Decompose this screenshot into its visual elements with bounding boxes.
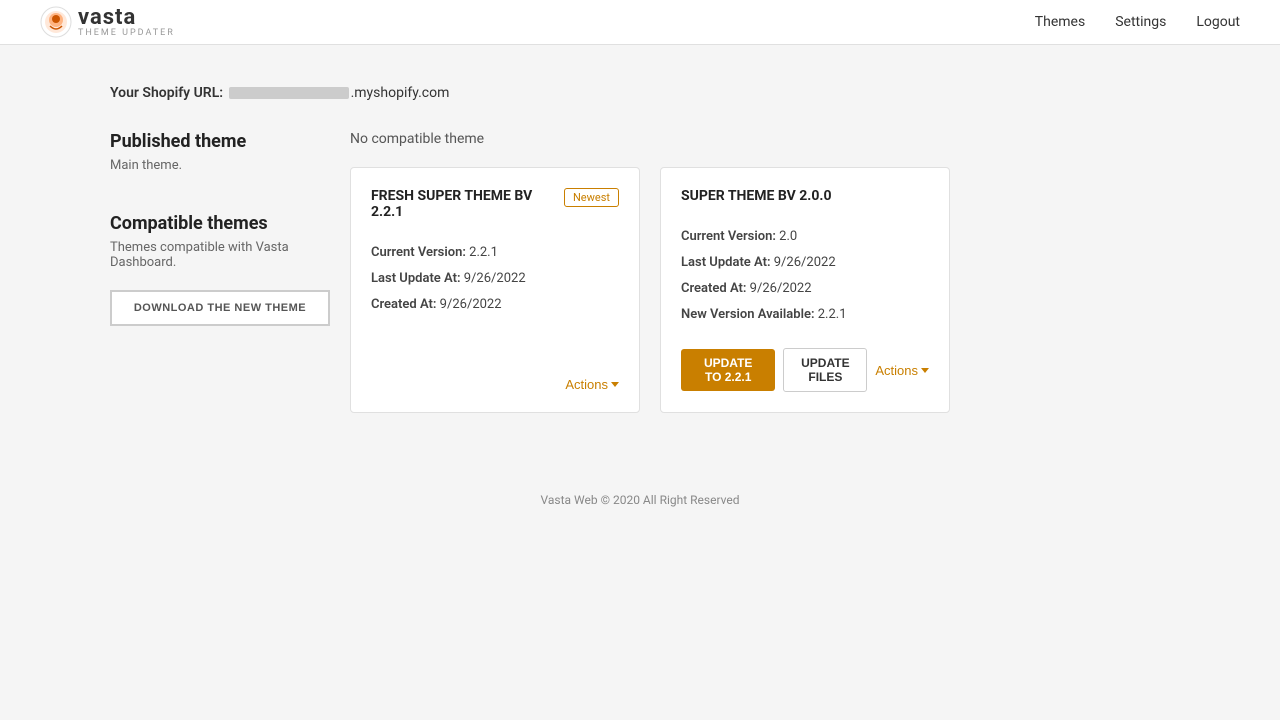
theme-last-update-2: Last Update At: 9/26/2022 (681, 250, 929, 276)
theme-card-2: SUPER THEME BV 2.0.0 Current Version: 2.… (660, 167, 950, 413)
nav-logout[interactable]: Logout (1196, 14, 1240, 30)
actions-label-2: Actions (875, 363, 918, 378)
actions-button-1[interactable]: Actions (565, 377, 619, 392)
theme-card-1: FRESH SUPER THEME BV 2.2.1 Newest Curren… (350, 167, 640, 413)
logo-text: vasta THEME UPDATER (78, 7, 175, 38)
shopify-url-blur (229, 87, 349, 99)
shopify-url-row: Your Shopify URL: .myshopify.com (110, 85, 1170, 101)
logo: vasta THEME UPDATER (40, 6, 175, 38)
theme-last-update-1: Last Update At: 9/26/2022 (371, 266, 619, 292)
theme-card-header-2: SUPER THEME BV 2.0.0 (681, 188, 929, 204)
actions-button-2[interactable]: Actions (875, 363, 929, 378)
vasta-logo-icon (40, 6, 72, 38)
compatible-themes-title: Compatible themes (110, 213, 330, 234)
right-panel: No compatible theme FRESH SUPER THEME BV… (350, 131, 1170, 413)
theme-name-2: SUPER THEME BV 2.0.0 (681, 188, 919, 204)
theme-last-update-label-2: Last Update At: (681, 255, 771, 270)
update-to-version-button[interactable]: UPDATE TO 2.2.1 (681, 349, 775, 391)
theme-name-1: FRESH SUPER THEME BV 2.2.1 (371, 188, 554, 220)
update-files-button[interactable]: UPDATE FILES (783, 348, 867, 392)
theme-current-version-label-2: Current Version: (681, 229, 776, 244)
main-content: Your Shopify URL: .myshopify.com Publish… (90, 45, 1190, 453)
theme-card-header-1: FRESH SUPER THEME BV 2.2.1 Newest (371, 188, 619, 220)
theme-current-version-label-1: Current Version: (371, 245, 466, 260)
shopify-url-domain: .myshopify.com (351, 85, 450, 101)
theme-new-version-2: New Version Available: 2.2.1 (681, 302, 929, 328)
theme-created-label-1: Created At: (371, 297, 436, 312)
no-compatible-theme-text: No compatible theme (350, 131, 1170, 147)
chevron-down-icon-1 (611, 382, 619, 387)
theme-current-version-1: Current Version: 2.2.1 (371, 240, 619, 266)
actions-label-1: Actions (565, 377, 608, 392)
nav-themes[interactable]: Themes (1035, 14, 1085, 30)
theme-card-footer-2: UPDATE TO 2.2.1 UPDATE FILES Actions (681, 348, 929, 392)
logo-vasta: vasta (78, 7, 175, 29)
nav-settings[interactable]: Settings (1115, 14, 1166, 30)
download-new-theme-button[interactable]: DOWNLOAD THE NEW THEME (110, 290, 330, 326)
chevron-down-icon-2 (921, 368, 929, 373)
theme-last-update-label-1: Last Update At: (371, 271, 461, 286)
theme-new-version-label-2: New Version Available: (681, 307, 815, 322)
left-panel: Published theme Main theme. Compatible t… (110, 131, 330, 326)
theme-created-label-2: Created At: (681, 281, 746, 296)
newest-badge-1: Newest (564, 188, 619, 207)
logo-subtitle: THEME UPDATER (78, 29, 175, 38)
theme-created-1: Created At: 9/26/2022 (371, 292, 619, 318)
theme-info-2: Current Version: 2.0 Last Update At: 9/2… (681, 224, 929, 328)
shopify-url-label: Your Shopify URL: (110, 85, 223, 101)
footer-text: Vasta Web © 2020 All Right Reserved (541, 493, 740, 507)
main-nav: Themes Settings Logout (1035, 14, 1240, 30)
theme-card-footer-1: Actions (371, 377, 619, 392)
published-theme-subtitle: Main theme. (110, 158, 330, 173)
theme-created-2: Created At: 9/26/2022 (681, 276, 929, 302)
theme-current-version-2: Current Version: 2.0 (681, 224, 929, 250)
themes-grid: FRESH SUPER THEME BV 2.2.1 Newest Curren… (350, 167, 1170, 413)
theme-info-1: Current Version: 2.2.1 Last Update At: 9… (371, 240, 619, 318)
compatible-themes-subtitle: Themes compatible with Vasta Dashboard. (110, 240, 330, 270)
published-theme-title: Published theme (110, 131, 330, 152)
footer: Vasta Web © 2020 All Right Reserved (0, 453, 1280, 547)
